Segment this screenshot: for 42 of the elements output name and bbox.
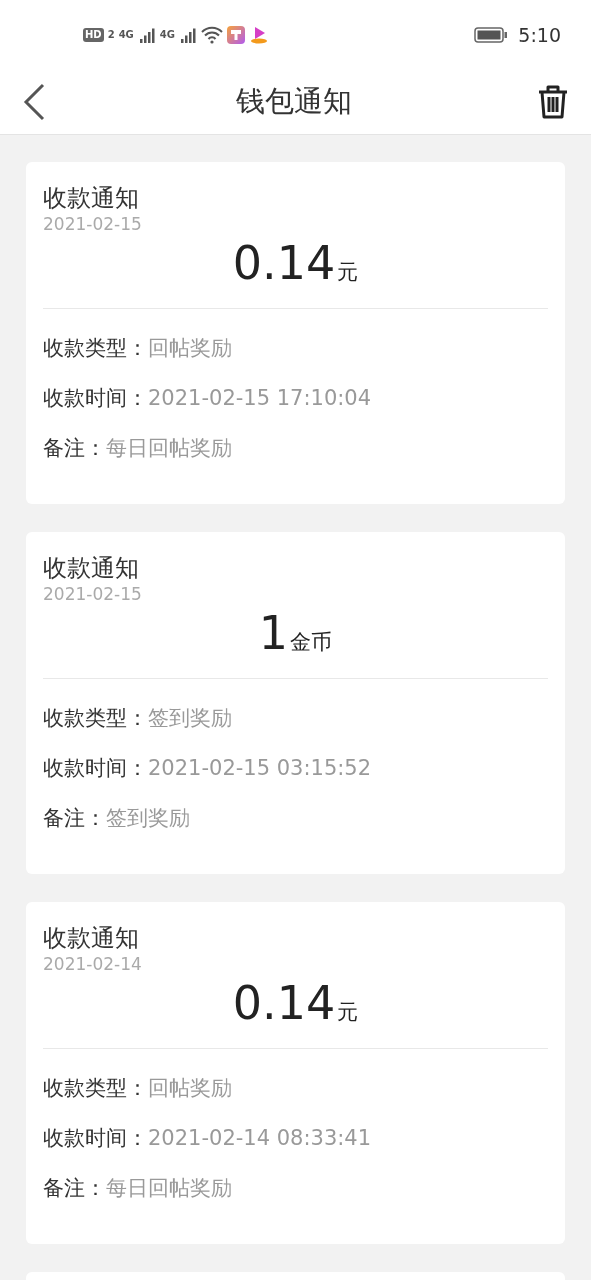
app-icon — [227, 26, 245, 44]
field-value: 2021-02-14 08:33:41 — [148, 1125, 372, 1152]
field-value: 回帖奖励 — [148, 335, 232, 362]
signal-icon — [179, 27, 197, 43]
field-value: 签到奖励 — [106, 805, 190, 832]
field-value: 签到奖励 — [148, 705, 232, 732]
wifi-icon — [201, 26, 223, 44]
field-label: 收款时间： — [43, 1125, 148, 1152]
notice-date: 2021-02-15 — [43, 584, 142, 604]
field-label: 备注： — [43, 435, 106, 462]
field-value: 2021-02-15 03:15:52 — [148, 755, 372, 782]
sim-number: 2 — [107, 30, 115, 40]
field-label: 收款时间： — [43, 385, 148, 412]
notice-title: 收款通知 — [43, 923, 139, 954]
field-value: 每日回帖奖励 — [106, 435, 232, 462]
amount-value: 0.14 — [232, 975, 336, 1032]
amount-unit: 元 — [337, 999, 359, 1026]
amount-unit: 元 — [337, 259, 359, 286]
hd-indicator: HD — [83, 28, 104, 42]
field-value: 回帖奖励 — [148, 1075, 232, 1102]
network-label: 4G — [118, 30, 134, 40]
notice-date: 2021-02-14 — [43, 954, 142, 974]
page-title: 钱包通知 — [235, 83, 352, 120]
field-label: 收款类型： — [43, 335, 148, 362]
field-value: 2021-02-15 17:10:04 — [148, 385, 372, 412]
notice-date: 2021-02-15 — [43, 214, 142, 234]
field-label: 收款类型： — [43, 1075, 148, 1102]
field-label: 收款时间： — [43, 755, 148, 782]
play-icon — [249, 26, 269, 44]
signal-icon — [137, 27, 156, 43]
field-label: 备注： — [43, 805, 106, 832]
field-label: 收款类型： — [43, 705, 148, 732]
field-label: 备注： — [43, 1175, 106, 1202]
amount-unit: 金币 — [290, 629, 333, 656]
network-label: 4G — [159, 30, 175, 40]
clock-time: 5:10 — [518, 24, 561, 46]
amount-value: 0.14 — [232, 235, 336, 292]
amount-value: 1 — [258, 605, 289, 662]
notice-title: 收款通知 — [43, 553, 139, 584]
battery-icon — [474, 27, 509, 43]
field-value: 每日回帖奖励 — [106, 1175, 232, 1202]
notice-title: 收款通知 — [43, 183, 139, 214]
